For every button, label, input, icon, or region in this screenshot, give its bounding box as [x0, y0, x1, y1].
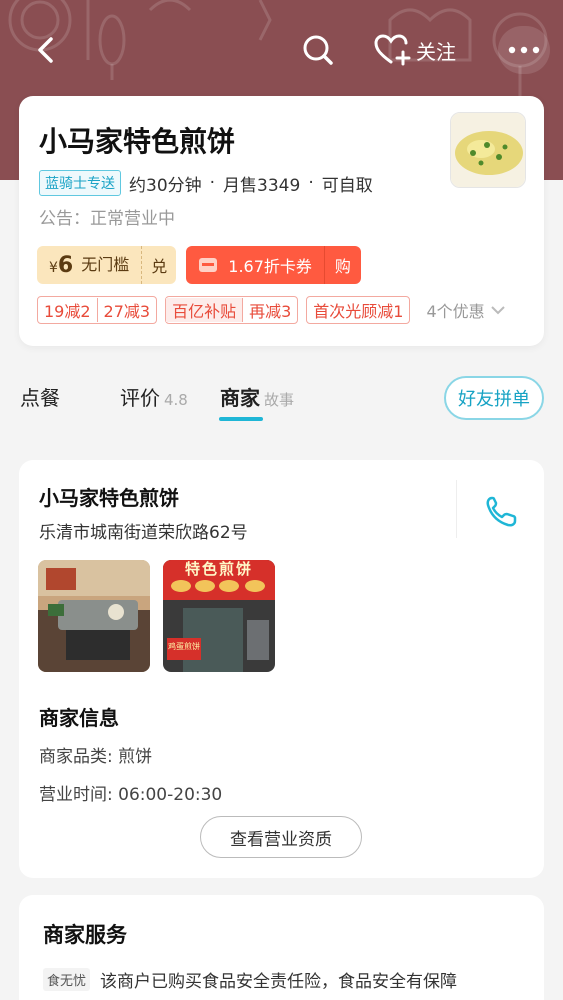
shop-notice: 公告：正常营业中: [39, 209, 175, 229]
discount-card-coupon[interactable]: 1.67折卡券 购: [186, 246, 361, 284]
merchant-category: 商家品类: 煎饼: [39, 747, 153, 767]
shop-name: 小马家特色煎饼: [39, 125, 236, 158]
view-license-button[interactable]: 查看营业资质: [200, 816, 362, 858]
service-item: 食无忧 该商户已购买食品安全责任险，食品安全有保障: [43, 967, 457, 992]
promo-item: 再减3: [242, 298, 297, 322]
follow-label: 关注: [416, 39, 456, 64]
tab-reviews[interactable]: 评价 4.8: [120, 382, 188, 411]
shop-thumbnail[interactable]: [450, 112, 526, 188]
currency-symbol: ¥: [49, 259, 58, 276]
follow-button[interactable]: 关注: [374, 30, 456, 70]
service-title: 商家服务: [43, 923, 127, 947]
delivery-tag: 蓝骑士专送: [39, 170, 121, 196]
meta-separator: ·: [209, 173, 216, 193]
tab-merchant[interactable]: 商家 故事: [220, 382, 294, 411]
shop-meta-row: 蓝骑士专送 约30分钟 · 月售3349 · 可自取: [39, 170, 373, 196]
promo-tag-subsidy[interactable]: 百亿补贴 再减3: [165, 296, 299, 324]
merchant-info-title: 商家信息: [39, 706, 119, 730]
voucher-desc: 无门槛: [81, 246, 143, 284]
card-ticket-icon: [199, 258, 218, 272]
merchant-info-card: 小马家特色煎饼 乐清市城南街道荣欣路62号 特色煎饼 鸡蛋煎饼 商家信息 商家品…: [19, 460, 544, 878]
monthly-sales: 月售3349: [223, 175, 301, 196]
tab-order[interactable]: 点餐: [20, 382, 60, 411]
active-tab-indicator: [219, 417, 263, 421]
top-nav-bar: 关注: [0, 22, 563, 78]
tab-merchant-label: 商家: [220, 386, 260, 410]
promo-item: 百亿补贴: [166, 298, 243, 322]
promo-tag-first-visit[interactable]: 首次光顾减1: [306, 296, 411, 324]
delivery-time: 约30分钟: [129, 175, 202, 196]
discount-card-main: 1.67折卡券: [186, 246, 325, 284]
chevron-down-icon: [490, 305, 505, 314]
more-promotions-label: 4个优惠: [426, 302, 485, 321]
review-score: 4.8: [164, 391, 188, 409]
phone-icon[interactable]: [479, 490, 523, 534]
merchant-name: 小马家特色煎饼: [39, 486, 179, 510]
discount-card-label: 1.67折卡券: [228, 257, 312, 276]
voucher-redeem-button[interactable]: 兑: [142, 253, 176, 277]
more-promotions-button[interactable]: 4个优惠: [426, 298, 505, 322]
meta-separator: ·: [308, 173, 314, 193]
food-safety-badge: 食无忧: [43, 968, 91, 991]
tab-reviews-label: 评价: [120, 386, 160, 410]
voucher-coupon[interactable]: ¥6 无门槛 兑: [37, 246, 177, 284]
pickup-available: 可自取: [321, 175, 373, 196]
search-icon[interactable]: [298, 30, 338, 70]
voucher-amount: ¥6: [37, 253, 81, 278]
buy-card-button[interactable]: 购: [325, 253, 361, 277]
promo-tag-full-reduction[interactable]: 19减2 27减3: [37, 296, 158, 324]
service-text: 该商户已购买食品安全责任险，食品安全有保障: [100, 972, 458, 992]
promo-item: 19减2: [44, 302, 91, 321]
promotion-row: 19减2 27减3 百亿补贴 再减3 首次光顾减1 4个优惠: [37, 296, 537, 324]
store-interior-photo[interactable]: [38, 560, 150, 672]
divider: [456, 480, 457, 538]
voucher-value: 6: [57, 252, 74, 278]
group-order-button[interactable]: 好友拼单: [444, 376, 544, 420]
section-tabs: 点餐 评价 4.8 商家 故事 好友拼单: [0, 360, 563, 440]
promo-item: 27减3: [96, 298, 157, 322]
back-arrow-icon[interactable]: [26, 30, 66, 70]
merchant-service-card: 商家服务 食无忧 该商户已购买食品安全责任险，食品安全有保障: [19, 895, 544, 1000]
shop-summary-card: 小马家特色煎饼 蓝骑士专送 约30分钟 · 月售3349 · 可自取 公告：正常…: [19, 96, 544, 346]
tab-merchant-story[interactable]: 故事: [264, 391, 294, 409]
storefront-banner: 鸡蛋煎饼: [168, 642, 200, 651]
storefront-sign: 特色煎饼: [184, 560, 253, 578]
promo-item: 首次光顾减1: [313, 302, 404, 321]
merchant-address[interactable]: 乐清市城南街道荣欣路62号: [39, 518, 248, 543]
storefront-photo[interactable]: 特色煎饼 鸡蛋煎饼: [163, 560, 275, 672]
coupon-row: ¥6 无门槛 兑 1.67折卡券 购: [37, 246, 361, 284]
heart-plus-icon: [374, 34, 411, 66]
merchant-hours: 营业时间: 06:00-20:30: [39, 785, 223, 805]
more-dots-icon[interactable]: [498, 26, 550, 74]
tab-order-label: 点餐: [20, 386, 60, 410]
